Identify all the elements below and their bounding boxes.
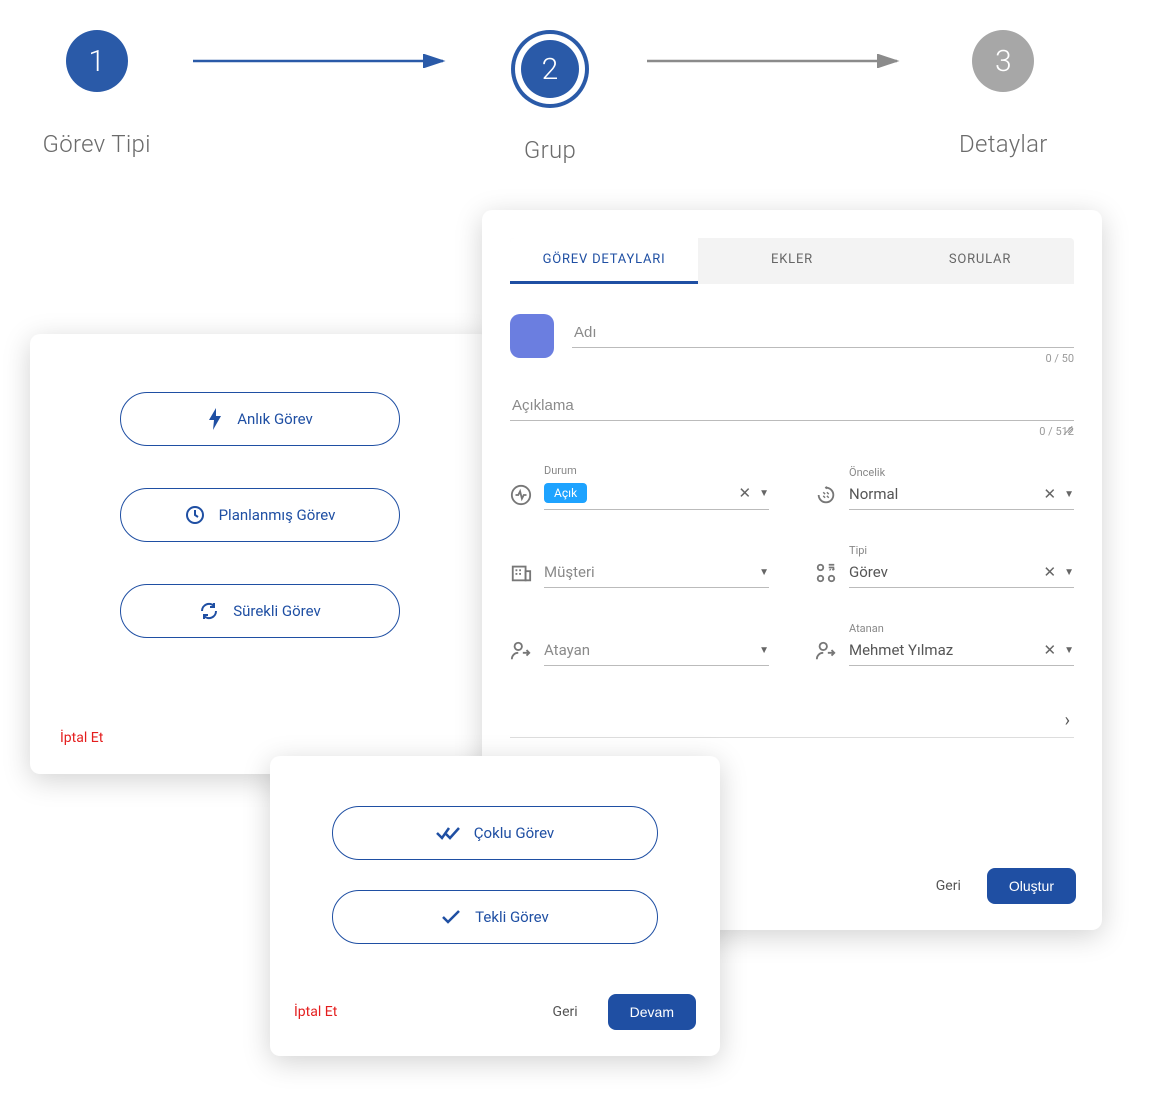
step-1: 1 Görev Tipi xyxy=(0,30,193,158)
chevron-down-icon[interactable]: ▼ xyxy=(759,488,769,499)
card-task-type: Anlık Görev Planlanmış Görev Sürekli Gör… xyxy=(30,334,490,774)
field-priority[interactable]: Öncelik Normal ✕ ▼ xyxy=(815,464,1074,510)
next-button[interactable]: Devam xyxy=(608,994,696,1030)
step-circle-done: 1 xyxy=(66,30,128,92)
field-assignee[interactable]: Atanan Mehmet Yılmaz ✕ ▼ xyxy=(815,622,1074,666)
option-label: Planlanmış Görev xyxy=(219,506,336,524)
field-value: Mehmet Yılmaz xyxy=(849,641,953,659)
option-recurring-task[interactable]: Sürekli Görev xyxy=(120,584,400,638)
resize-handle-icon[interactable] xyxy=(1062,420,1074,432)
cancel-button[interactable]: İptal Et xyxy=(294,1004,337,1020)
clear-icon[interactable]: ✕ xyxy=(1044,563,1057,581)
option-label: Tekli Görev xyxy=(475,908,549,926)
field-value: Görev xyxy=(849,563,888,581)
check-icon xyxy=(441,909,461,925)
option-instant-task[interactable]: Anlık Görev xyxy=(120,392,400,446)
field-value: Normal xyxy=(849,485,898,503)
category-icon xyxy=(815,562,837,584)
field-placeholder: Müşteri xyxy=(544,563,595,581)
chevron-right-icon[interactable]: › xyxy=(1061,710,1074,731)
building-icon xyxy=(510,562,532,584)
expand-row[interactable]: › xyxy=(510,710,1074,738)
step-circle-current: 2 xyxy=(521,40,579,98)
chevron-down-icon[interactable]: ▼ xyxy=(759,645,769,656)
option-label: Çoklu Görev xyxy=(474,824,554,842)
back-button[interactable]: Geri xyxy=(936,878,961,894)
bolt-icon xyxy=(207,408,223,430)
chevron-down-icon[interactable]: ▼ xyxy=(1064,489,1074,500)
priority-icon xyxy=(815,484,837,506)
step-label: Görev Tipi xyxy=(42,130,150,158)
field-label: Atanan xyxy=(849,622,1074,635)
user-arrow-icon xyxy=(815,640,837,662)
tab-attachments[interactable]: EKLER xyxy=(698,238,886,284)
refresh-icon xyxy=(199,601,219,621)
step-arrow-1 xyxy=(193,30,453,92)
field-placeholder: Atayan xyxy=(544,641,590,659)
description-counter: 0 / 512 xyxy=(510,425,1074,438)
clock-icon xyxy=(185,505,205,525)
name-counter: 0 / 50 xyxy=(572,352,1074,365)
chevron-down-icon[interactable]: ▼ xyxy=(759,567,769,578)
chevron-down-icon[interactable]: ▼ xyxy=(1064,567,1074,578)
back-button[interactable]: Geri xyxy=(553,1004,578,1020)
field-status[interactable]: Durum Açık ✕ ▼ xyxy=(510,464,769,510)
tab-task-details[interactable]: GÖREV DETAYLARI xyxy=(510,238,698,284)
field-type[interactable]: Tipi Görev ✕ ▼ xyxy=(815,544,1074,588)
step-label: Detaylar xyxy=(959,130,1048,158)
stepper: 1 Görev Tipi 2 Grup 3 Detaylar xyxy=(0,10,1100,170)
tabs: GÖREV DETAYLARI EKLER SORULAR xyxy=(510,238,1074,284)
tab-questions[interactable]: SORULAR xyxy=(886,238,1074,284)
step-arrow-2 xyxy=(647,30,907,92)
status-chip: Açık xyxy=(544,483,587,503)
field-assigner[interactable]: Atayan ▼ xyxy=(510,622,769,666)
double-check-icon xyxy=(436,825,460,841)
option-multi-task[interactable]: Çoklu Görev xyxy=(332,806,658,860)
clear-icon[interactable]: ✕ xyxy=(739,484,752,502)
option-label: Sürekli Görev xyxy=(233,602,321,620)
create-button[interactable]: Oluştur xyxy=(987,868,1076,904)
chevron-down-icon[interactable]: ▼ xyxy=(1064,645,1074,656)
user-arrow-icon xyxy=(510,640,532,662)
clear-icon[interactable]: ✕ xyxy=(1044,485,1057,503)
cancel-button[interactable]: İptal Et xyxy=(60,730,103,746)
color-picker[interactable] xyxy=(510,314,554,358)
activity-icon xyxy=(510,484,532,506)
step-3: 3 Detaylar xyxy=(907,30,1100,158)
option-planned-task[interactable]: Planlanmış Görev xyxy=(120,488,400,542)
option-single-task[interactable]: Tekli Görev xyxy=(332,890,658,944)
field-label: Öncelik xyxy=(849,466,1074,479)
field-label: Durum xyxy=(544,464,769,477)
field-customer[interactable]: Müşteri ▼ xyxy=(510,544,769,588)
step-label: Grup xyxy=(524,136,576,164)
field-label: Tipi xyxy=(849,544,1074,557)
name-field[interactable] xyxy=(572,314,1074,348)
step-circle-pending: 3 xyxy=(972,30,1034,92)
step-2: 2 Grup xyxy=(453,30,646,164)
option-label: Anlık Görev xyxy=(237,410,313,428)
description-field[interactable] xyxy=(510,387,1074,421)
card-group: Çoklu Görev Tekli Görev İptal Et Geri De… xyxy=(270,756,720,1056)
clear-icon[interactable]: ✕ xyxy=(1044,641,1057,659)
